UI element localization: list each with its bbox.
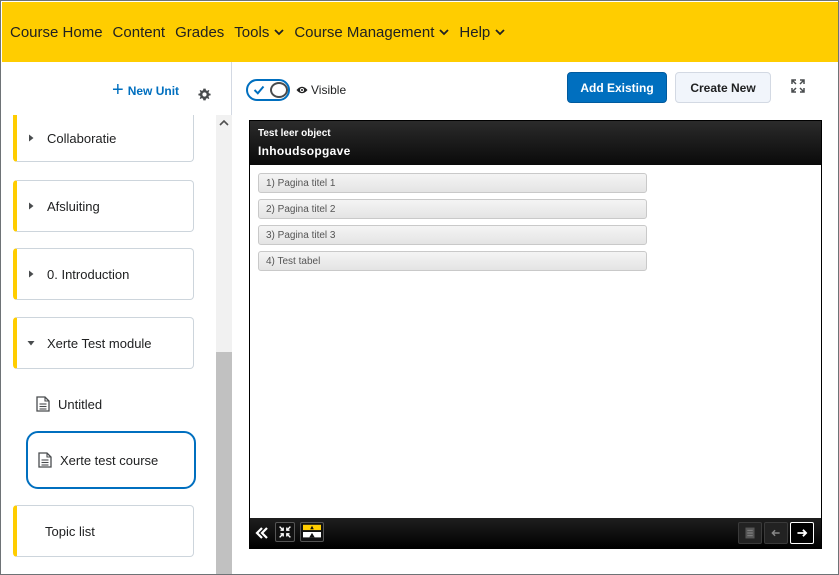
topic-xerte-test-course[interactable]: Xerte test course (26, 431, 196, 489)
top-navigation: Course Home Content Grades Tools Course … (2, 2, 838, 62)
nav-course-home[interactable]: Course Home (10, 24, 103, 41)
nav-tools[interactable]: Tools (234, 24, 284, 41)
toc-item[interactable]: 3) Pagina titel 3 (258, 225, 647, 245)
fullscreen-icon[interactable] (791, 79, 805, 93)
nav-label: Tools (234, 23, 270, 41)
caret-right-icon (29, 134, 34, 142)
arrow-right-icon[interactable] (790, 522, 814, 544)
chevron-down-icon (495, 29, 505, 36)
plus-icon: + (112, 79, 124, 101)
toggle-knob (270, 82, 288, 98)
unit-xerte-test-module[interactable]: Xerte Test module (13, 317, 194, 369)
document-icon (38, 452, 52, 468)
topic-panel: Visible Add Existing Create New Test lee… (233, 62, 838, 574)
eye-icon (296, 86, 308, 94)
visibility-label: Visible (311, 83, 347, 97)
accessibility-icon[interactable] (300, 522, 324, 542)
nav-label: Content (112, 23, 166, 41)
gear-icon[interactable] (198, 88, 211, 101)
nav-content[interactable]: Content (113, 24, 166, 41)
caret-right-icon (29, 270, 34, 278)
learning-object-viewer: Test leer object Inhoudsopgave 1) Pagina… (249, 120, 822, 549)
caret-right-icon (29, 202, 34, 210)
caret-down-icon (27, 341, 35, 346)
chevron-up-icon[interactable] (219, 119, 229, 127)
add-existing-button[interactable]: Add Existing (567, 72, 667, 103)
visibility-toggle[interactable] (246, 79, 290, 101)
nav-label: Course Management (294, 23, 435, 41)
toc-menu-icon[interactable] (738, 522, 762, 544)
create-new-button[interactable]: Create New (675, 72, 771, 103)
nav-label: Grades (175, 23, 225, 41)
units-list: Collaboratie Afsluiting 0. Introduction … (2, 115, 232, 574)
nav-course-management[interactable]: Course Management (294, 23, 450, 41)
nav-grades[interactable]: Grades (175, 24, 224, 41)
unit-label: Collaboratie (47, 130, 117, 146)
arrow-left-icon[interactable] (764, 522, 788, 544)
document-icon (36, 396, 50, 412)
nav-help[interactable]: Help (459, 24, 505, 41)
toc-item[interactable]: 1) Pagina titel 1 (258, 173, 647, 193)
toc-item[interactable]: 4) Test tabel (258, 251, 647, 271)
chevron-down-icon (439, 29, 450, 36)
topic-untitled[interactable]: Untitled (26, 375, 196, 433)
content-sidebar: + New Unit Collaboratie Afsluiting 0. In… (2, 62, 232, 574)
unit-label: Afsluiting (47, 198, 100, 214)
topic-label: Untitled (58, 396, 103, 412)
viewer-header: Test leer object Inhoudsopgave (250, 121, 821, 165)
unit-label: Topic list (45, 523, 95, 539)
unit-collaboratie[interactable]: Collaboratie (13, 115, 194, 162)
unit-introduction[interactable]: 0. Introduction (13, 248, 194, 300)
sidebar-scrollbar[interactable] (216, 115, 232, 574)
nav-label: Course Home (10, 23, 103, 41)
viewer-subtitle: Inhoudsopgave (258, 144, 351, 158)
double-chevron-left-icon[interactable] (255, 526, 269, 540)
sidebar-toolbar: + New Unit (2, 62, 232, 115)
unit-afsluiting[interactable]: Afsluiting (13, 180, 194, 232)
scrollbar-thumb[interactable] (216, 352, 232, 574)
unit-topic-list[interactable]: Topic list (13, 505, 194, 557)
unit-label: Xerte Test module (47, 335, 152, 351)
topic-label: Xerte test course (60, 452, 159, 468)
unit-label: 0. Introduction (47, 266, 130, 282)
table-of-contents: 1) Pagina titel 1 2) Pagina titel 2 3) P… (258, 173, 647, 277)
collapse-icon[interactable] (275, 522, 295, 542)
new-unit-button[interactable]: + New Unit (112, 79, 180, 101)
check-icon (253, 85, 265, 95)
app-frame: Course Home Content Grades Tools Course … (0, 0, 839, 575)
new-unit-label: New Unit (127, 84, 180, 98)
toc-item[interactable]: 2) Pagina titel 2 (258, 199, 647, 219)
chevron-down-icon (274, 29, 284, 36)
viewer-footer (250, 518, 821, 548)
nav-label: Help (459, 23, 491, 41)
viewer-title: Test leer object (258, 128, 331, 139)
